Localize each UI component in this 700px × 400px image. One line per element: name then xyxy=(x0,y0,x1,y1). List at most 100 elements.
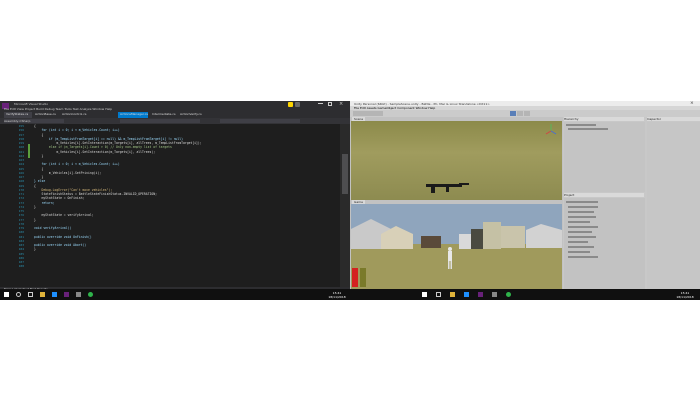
project-item[interactable] xyxy=(568,246,594,248)
play-button-icon[interactable] xyxy=(510,111,516,116)
scrollbar-thumb[interactable] xyxy=(342,154,348,194)
vs-window-title: Microsoft Visual Studio xyxy=(14,102,49,106)
menu-file[interactable]: File xyxy=(4,107,9,111)
inspector-tab[interactable]: Inspector xyxy=(647,117,700,121)
taskbar-right: 15:41 18/11/2018 xyxy=(350,289,700,300)
code-line[interactable]: } xyxy=(34,247,36,251)
code-line[interactable]: myStatState = verifyArrival; xyxy=(34,213,93,217)
visual-studio-icon[interactable] xyxy=(64,292,69,297)
rifle-model xyxy=(426,183,469,193)
code-line[interactable]: m_Vehicles[i].SetInteraction(m_Targets[i… xyxy=(34,150,155,154)
menu-view[interactable]: View xyxy=(17,107,24,111)
taskbar-left: 15:41 18/11/2018 xyxy=(0,289,350,300)
unity-window-title: Unity Personal (64bit) - SampleScene.uni… xyxy=(354,101,490,106)
scene-viewport-graphics xyxy=(426,124,557,193)
hierarchy-item[interactable] xyxy=(566,124,596,126)
edge-icon[interactable] xyxy=(464,292,469,297)
file-explorer-icon[interactable] xyxy=(450,292,455,297)
menu-project[interactable]: Project xyxy=(25,107,35,111)
project-item[interactable] xyxy=(568,236,596,238)
project-item[interactable] xyxy=(568,256,598,258)
menu-debug[interactable]: Debug xyxy=(45,107,55,111)
line-number-gutter: 155 156 157 158 159 160 161 162 163 164 165 166 167 1… xyxy=(0,124,30,290)
code-line[interactable]: } xyxy=(34,218,36,222)
project-item[interactable] xyxy=(568,251,590,253)
vs-menubar: Microsoft Visual Studio File Edit View P… xyxy=(0,101,350,112)
project-item[interactable] xyxy=(568,226,598,228)
code-line[interactable]: } xyxy=(34,154,43,158)
project-panel[interactable] xyxy=(564,198,645,299)
project-dropdown[interactable]: Assembly-CSharp xyxy=(4,119,64,123)
date-left: 18/11/2018 xyxy=(328,295,346,299)
hierarchy-tab[interactable]: Hierarchy xyxy=(564,117,644,121)
step-button-icon[interactable] xyxy=(524,111,530,116)
visual-studio-window: Microsoft Visual Studio File Edit View P… xyxy=(0,101,350,299)
spotify-icon[interactable] xyxy=(88,292,93,297)
spotify-icon[interactable] xyxy=(506,292,511,297)
notification-flag-icon[interactable] xyxy=(288,102,293,107)
task-view-icon[interactable] xyxy=(436,292,441,297)
edge-icon[interactable] xyxy=(52,292,57,297)
code-line[interactable]: public override void Abort() xyxy=(34,243,86,247)
unity-icon[interactable] xyxy=(76,292,81,297)
member-dropdown[interactable] xyxy=(220,119,300,123)
project-item[interactable] xyxy=(566,201,598,203)
clock-left: 15:41 18/11/2018 xyxy=(328,291,346,299)
menu-window[interactable]: Window xyxy=(92,107,104,111)
file-explorer-icon[interactable] xyxy=(40,292,45,297)
windows-start-icon[interactable] xyxy=(4,292,9,297)
vs-menu-items[interactable]: File Edit View Project Build Debug Team … xyxy=(4,107,112,111)
change-marker xyxy=(28,144,30,158)
health-bar xyxy=(352,268,358,287)
maximize-icon[interactable] xyxy=(328,102,332,106)
code-editor[interactable]: { for (int i = 0; i < m_Vehicles.Count; … xyxy=(34,124,334,290)
unity-side-panels: Hierarchy Inspector Project xyxy=(563,117,700,299)
game-viewport-graphics xyxy=(351,204,562,289)
code-line[interactable]: } xyxy=(34,205,36,209)
hierarchy-panel[interactable] xyxy=(564,122,645,192)
game-view[interactable] xyxy=(351,204,562,289)
feedback-icon[interactable] xyxy=(295,102,300,107)
project-item[interactable] xyxy=(568,211,594,213)
project-item[interactable] xyxy=(568,216,596,218)
unity-window: Unity Personal (64bit) - SampleScene.uni… xyxy=(350,101,700,299)
project-item[interactable] xyxy=(568,206,598,208)
transform-tools[interactable] xyxy=(353,111,383,116)
project-item[interactable] xyxy=(568,221,590,223)
menu-build[interactable]: Build xyxy=(36,107,44,111)
code-line[interactable]: void verifyArrival() xyxy=(34,226,71,230)
close-icon[interactable]: × xyxy=(339,101,343,107)
visual-studio-icon[interactable] xyxy=(478,292,483,297)
menu-help[interactable]: Help xyxy=(105,107,112,111)
hierarchy-item[interactable] xyxy=(568,128,608,130)
scene-view[interactable] xyxy=(351,121,562,200)
scene-gizmo-icon[interactable] xyxy=(545,124,557,135)
project-item[interactable] xyxy=(568,231,592,233)
project-item[interactable] xyxy=(568,241,588,243)
menu-tools[interactable]: Tools xyxy=(64,107,71,111)
pause-button-icon[interactable] xyxy=(517,111,523,116)
menu-analyze[interactable]: Analyze xyxy=(80,107,92,111)
ground xyxy=(351,244,562,289)
project-tab[interactable]: Project xyxy=(564,193,644,197)
unity-toolbar xyxy=(350,110,700,117)
code-line[interactable]: public override void OnFinish() xyxy=(34,235,92,239)
inspector-panel[interactable] xyxy=(647,122,700,299)
search-icon[interactable] xyxy=(16,292,21,297)
date-right: 18/11/2018 xyxy=(676,295,694,299)
minimize-icon[interactable] xyxy=(318,103,323,104)
clock-right: 15:41 18/11/2018 xyxy=(676,291,694,299)
code-line[interactable]: for (int i = 0; i < m_Vehicles.Count; i+… xyxy=(34,128,119,132)
menu-edit[interactable]: Edit xyxy=(10,107,16,111)
windows-start-icon[interactable] xyxy=(422,292,427,297)
code-line[interactable]: for (int i = 0; i < m_Vehicles.Count; i+… xyxy=(34,162,119,166)
task-view-icon[interactable] xyxy=(28,292,33,297)
class-dropdown[interactable] xyxy=(120,119,200,123)
line-number: 188 xyxy=(18,264,24,269)
editor-scrollbar[interactable] xyxy=(340,124,350,290)
unity-icon[interactable] xyxy=(492,292,497,297)
code-line[interactable]: return; xyxy=(34,201,54,205)
menu-test[interactable]: Test xyxy=(73,107,79,111)
menu-team[interactable]: Team xyxy=(55,107,63,111)
code-line[interactable]: m_Vehicles[i].SetPriving(i); xyxy=(34,171,101,175)
